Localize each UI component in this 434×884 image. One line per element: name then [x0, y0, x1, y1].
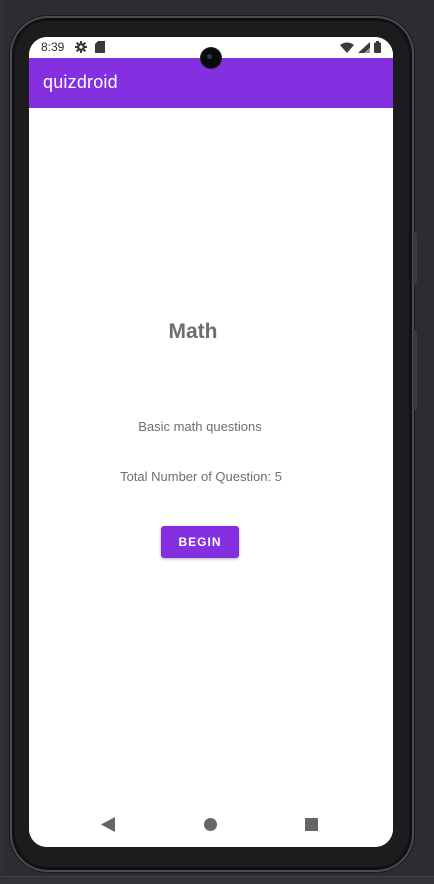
begin-button[interactable]: BEGIN [161, 526, 239, 558]
back-icon[interactable] [101, 817, 115, 836]
home-icon[interactable] [204, 818, 217, 831]
app-title: quizdroid [43, 72, 118, 92]
emulator-window: 8:39 quizdroid Math Basic math questions… [0, 0, 434, 884]
wifi-icon [340, 38, 354, 57]
recents-icon[interactable] [305, 818, 318, 831]
quiz-overview: Math Basic math questions Total Number o… [29, 108, 393, 798]
sd-card-icon [95, 38, 105, 57]
power-button[interactable] [413, 232, 417, 284]
cell-signal-icon [358, 38, 370, 57]
gear-icon [75, 38, 87, 57]
emulator-side-strip [0, 0, 6, 884]
status-right-icons [340, 41, 381, 54]
quiz-description: Basic math questions [138, 419, 262, 434]
volume-rocker[interactable] [413, 330, 417, 410]
question-count: Total Number of Question: 5 [120, 469, 282, 484]
status-left-icons [75, 41, 105, 54]
front-camera [201, 48, 221, 68]
navigation-bar [29, 805, 393, 847]
emulator-bottom-bar [0, 876, 434, 884]
quiz-title: Math [168, 320, 218, 343]
device-screen: 8:39 quizdroid Math Basic math questions… [29, 37, 393, 847]
status-time: 8:39 [41, 40, 65, 54]
battery-icon [374, 38, 381, 57]
